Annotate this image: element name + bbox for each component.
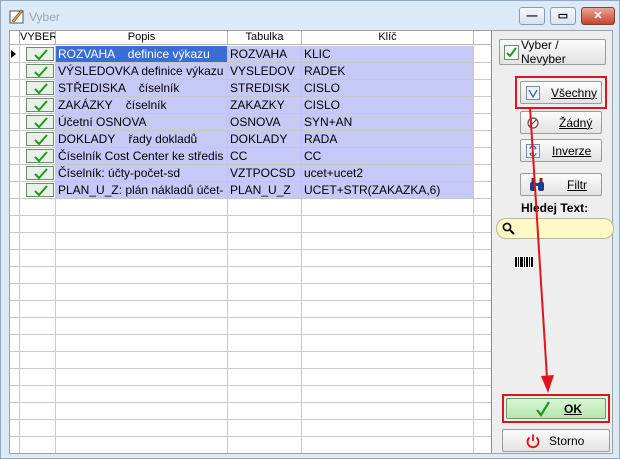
dialog-body: VYBER Popis Tabulka Klíč ROZVAHA definic… <box>9 30 614 454</box>
annotation-arrow <box>529 106 554 393</box>
app-icon <box>9 9 24 24</box>
close-icon: ✕ <box>593 10 603 22</box>
minimize-button[interactable]: — <box>519 7 545 25</box>
title-bar: Vyber — ▭ ✕ <box>1 1 619 31</box>
vyber-dialog: Vyber — ▭ ✕ VYBER Popis Tabulka Klíč ROZ… <box>0 0 620 459</box>
window-title: Vyber <box>29 10 60 24</box>
maximize-icon: ▭ <box>557 10 569 22</box>
minimize-icon: — <box>526 10 538 22</box>
maximize-button[interactable]: ▭ <box>550 7 576 25</box>
close-button[interactable]: ✕ <box>581 7 615 25</box>
